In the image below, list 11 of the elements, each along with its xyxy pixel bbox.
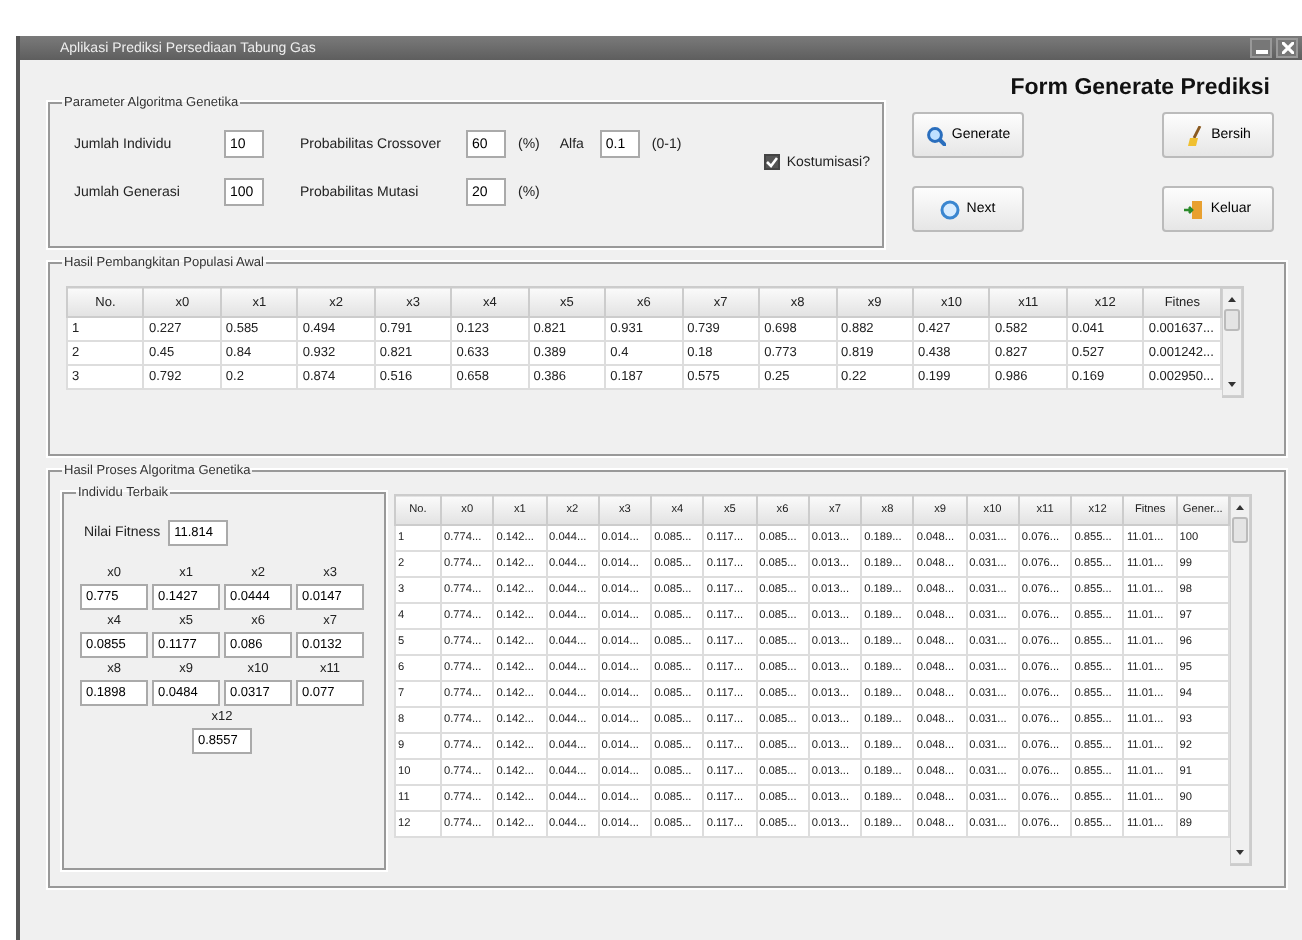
close-button[interactable] — [1276, 38, 1298, 58]
broom-icon — [1185, 125, 1206, 145]
scrollbar — [1222, 288, 1242, 396]
check-icon — [766, 156, 779, 168]
door-icon — [1184, 199, 1205, 219]
minimize-button[interactable] — [1250, 38, 1272, 58]
circle-icon — [940, 199, 961, 219]
close-icon — [1281, 42, 1293, 54]
checkbox[interactable] — [764, 154, 781, 170]
magnifier-icon — [925, 125, 946, 145]
form-title: Form Generate Prediksi — [1008, 76, 1272, 100]
